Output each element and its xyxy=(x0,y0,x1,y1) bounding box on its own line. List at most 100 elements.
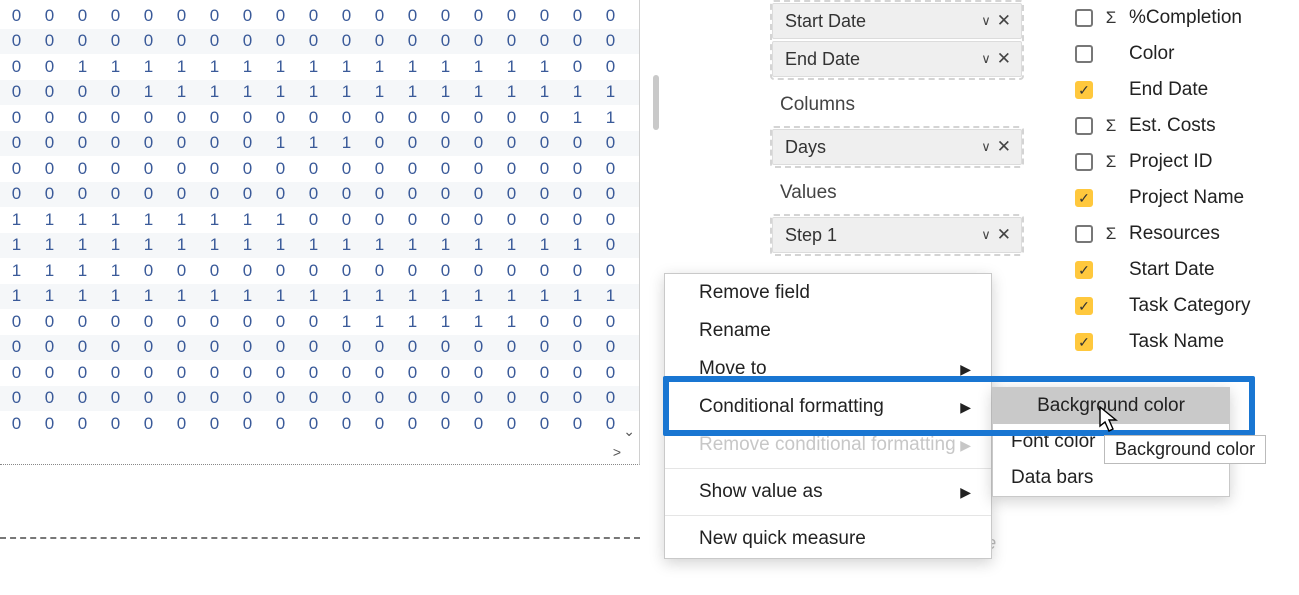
matrix-cell[interactable]: 0 xyxy=(231,414,264,434)
matrix-cell[interactable]: 0 xyxy=(231,6,264,26)
matrix-cell[interactable]: 1 xyxy=(528,82,561,102)
matrix-cell[interactable]: 0 xyxy=(132,261,165,281)
menu-move-to[interactable]: Move to ▶ xyxy=(665,350,991,388)
matrix-cell[interactable]: 1 xyxy=(627,108,640,128)
chevron-down-icon[interactable]: ∨ xyxy=(981,13,991,29)
matrix-cell[interactable]: 0 xyxy=(561,312,594,332)
rows-well[interactable]: Start Date ∨ ✕ End Date ∨ ✕ xyxy=(770,0,1024,80)
matrix-cell[interactable]: 0 xyxy=(66,159,99,179)
matrix-cell[interactable]: 1 xyxy=(627,286,640,306)
matrix-cell[interactable]: 0 xyxy=(396,184,429,204)
matrix-cell[interactable]: 0 xyxy=(0,363,33,383)
matrix-cell[interactable]: 0 xyxy=(33,108,66,128)
matrix-cell[interactable]: 1 xyxy=(429,312,462,332)
matrix-cell[interactable]: 0 xyxy=(330,184,363,204)
matrix-cell[interactable]: 0 xyxy=(99,31,132,51)
matrix-cell[interactable]: 0 xyxy=(627,337,640,357)
matrix-cell[interactable]: 0 xyxy=(0,31,33,51)
matrix-cell[interactable]: 0 xyxy=(0,108,33,128)
matrix-cell[interactable]: 0 xyxy=(561,6,594,26)
matrix-cell[interactable]: 1 xyxy=(561,286,594,306)
matrix-cell[interactable]: 0 xyxy=(132,312,165,332)
matrix-cell[interactable]: 0 xyxy=(363,184,396,204)
matrix-cell[interactable]: 1 xyxy=(0,261,33,281)
matrix-cell[interactable]: 0 xyxy=(132,108,165,128)
matrix-cell[interactable]: 0 xyxy=(33,31,66,51)
matrix-cell[interactable]: 0 xyxy=(297,210,330,230)
matrix-cell[interactable]: 1 xyxy=(99,235,132,255)
matrix-cell[interactable]: 0 xyxy=(99,159,132,179)
matrix-cell[interactable]: 0 xyxy=(66,337,99,357)
matrix-cell[interactable]: 0 xyxy=(429,414,462,434)
matrix-cell[interactable]: 0 xyxy=(528,31,561,51)
matrix-cell[interactable]: 1 xyxy=(462,286,495,306)
matrix-cell[interactable]: 0 xyxy=(198,414,231,434)
matrix-cell[interactable]: 1 xyxy=(363,235,396,255)
matrix-cell[interactable]: 0 xyxy=(627,184,640,204)
matrix-cell[interactable]: 0 xyxy=(264,31,297,51)
matrix-cell[interactable]: 1 xyxy=(429,82,462,102)
field-item-color[interactable]: ΣColor xyxy=(1075,36,1290,72)
matrix-cell[interactable]: 0 xyxy=(132,388,165,408)
matrix-cell[interactable]: 0 xyxy=(363,261,396,281)
matrix-cell[interactable]: 1 xyxy=(198,210,231,230)
matrix-cell[interactable]: 1 xyxy=(462,82,495,102)
matrix-cell[interactable]: 0 xyxy=(429,184,462,204)
matrix-cell[interactable]: 0 xyxy=(627,31,640,51)
matrix-cell[interactable]: 0 xyxy=(429,31,462,51)
matrix-cell[interactable]: 0 xyxy=(396,261,429,281)
matrix-cell[interactable]: 1 xyxy=(396,312,429,332)
matrix-cell[interactable]: 0 xyxy=(495,363,528,383)
matrix-cell[interactable]: 0 xyxy=(33,337,66,357)
matrix-cell[interactable]: 0 xyxy=(429,108,462,128)
matrix-cell[interactable]: 0 xyxy=(297,108,330,128)
field-item-est-costs[interactable]: ΣEst. Costs xyxy=(1075,108,1290,144)
matrix-cell[interactable]: 0 xyxy=(363,133,396,153)
matrix-cell[interactable]: 0 xyxy=(462,6,495,26)
matrix-cell[interactable]: 1 xyxy=(594,82,627,102)
matrix-cell[interactable]: 0 xyxy=(528,388,561,408)
field-checkbox[interactable]: ✓ xyxy=(1075,297,1093,315)
close-icon[interactable]: ✕ xyxy=(997,49,1011,69)
matrix-cell[interactable]: 0 xyxy=(594,210,627,230)
matrix-cell[interactable]: 0 xyxy=(297,363,330,383)
row-field-start-date[interactable]: Start Date ∨ ✕ xyxy=(772,3,1022,39)
matrix-cell[interactable]: 1 xyxy=(429,57,462,77)
matrix-cell[interactable]: 1 xyxy=(231,57,264,77)
matrix-cell[interactable]: 0 xyxy=(165,414,198,434)
matrix-cell[interactable]: 0 xyxy=(66,312,99,332)
matrix-cell[interactable]: 0 xyxy=(561,57,594,77)
matrix-cell[interactable]: 1 xyxy=(495,235,528,255)
matrix-cell[interactable]: 0 xyxy=(363,414,396,434)
matrix-cell[interactable]: 0 xyxy=(132,159,165,179)
value-field-step1[interactable]: Step 1 ∨ ✕ xyxy=(772,217,1022,253)
matrix-cell[interactable]: 1 xyxy=(66,261,99,281)
field-item-task-name[interactable]: ✓ΣTask Name xyxy=(1075,324,1290,360)
matrix-cell[interactable]: 0 xyxy=(363,388,396,408)
matrix-cell[interactable]: 1 xyxy=(198,57,231,77)
matrix-cell[interactable]: 0 xyxy=(99,82,132,102)
matrix-cell[interactable]: 1 xyxy=(495,82,528,102)
column-field-days[interactable]: Days ∨ ✕ xyxy=(772,129,1022,165)
matrix-cell[interactable]: 1 xyxy=(264,133,297,153)
matrix-cell[interactable]: 0 xyxy=(330,388,363,408)
matrix-cell[interactable]: 0 xyxy=(594,57,627,77)
matrix-cell[interactable]: 0 xyxy=(627,312,640,332)
matrix-cell[interactable]: 0 xyxy=(165,108,198,128)
matrix-cell[interactable]: 0 xyxy=(396,363,429,383)
matrix-cell[interactable]: 0 xyxy=(561,337,594,357)
matrix-cell[interactable]: 0 xyxy=(495,31,528,51)
matrix-cell[interactable]: 0 xyxy=(33,388,66,408)
matrix-cell[interactable]: 1 xyxy=(99,286,132,306)
chevron-down-icon[interactable]: ∨ xyxy=(981,227,991,243)
matrix-cell[interactable]: 1 xyxy=(99,210,132,230)
matrix-cell[interactable]: 0 xyxy=(198,108,231,128)
matrix-cell[interactable]: 0 xyxy=(594,235,627,255)
matrix-cell[interactable]: 0 xyxy=(627,6,640,26)
matrix-cell[interactable]: 0 xyxy=(594,388,627,408)
matrix-cell[interactable]: 0 xyxy=(330,337,363,357)
matrix-cell[interactable]: 1 xyxy=(297,286,330,306)
matrix-cell[interactable]: 0 xyxy=(99,363,132,383)
matrix-cell[interactable]: 0 xyxy=(429,363,462,383)
matrix-cell[interactable]: 1 xyxy=(99,261,132,281)
